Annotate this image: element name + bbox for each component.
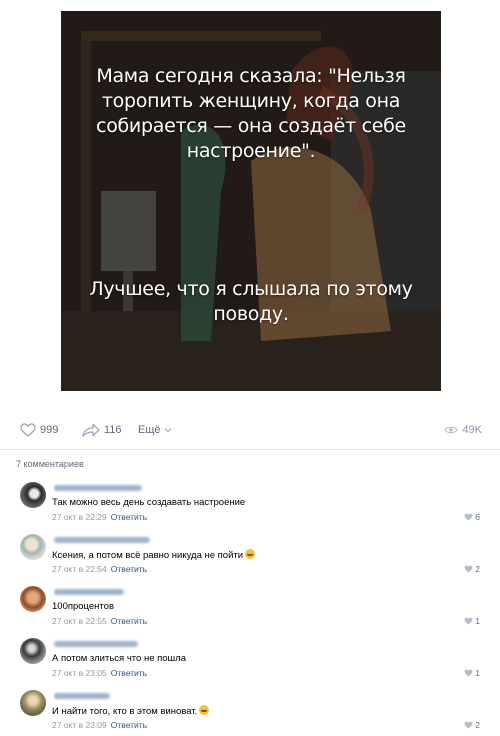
- comment-likes-count: 1: [475, 616, 480, 626]
- comment-item: Ксения, а потом всё равно никуда не пойт…: [20, 534, 486, 586]
- comment-likes-count: 2: [475, 564, 480, 574]
- divider: [0, 449, 500, 450]
- comment-text: И найти того, кто в этом виноват.: [52, 705, 210, 717]
- author-name[interactable]: [54, 693, 110, 699]
- post-action-bar: 999 116 Ещё 49K: [20, 420, 482, 440]
- comment-like-button[interactable]: 2: [464, 720, 480, 730]
- quote-text: Мама сегодня сказала: "Нельзя торопить ж…: [61, 11, 441, 391]
- quote-paragraph-2: Лучшее, что я слышала по этому поводу.: [89, 278, 413, 325]
- author-name[interactable]: [54, 589, 124, 595]
- comment-text-content: И найти того, кто в этом виноват.: [52, 706, 198, 717]
- comment-likes-count: 6: [475, 512, 480, 522]
- reply-link[interactable]: Ответить: [111, 512, 147, 522]
- views-count: 49K: [462, 424, 482, 436]
- comment-time[interactable]: 27 окт в 22:29: [52, 512, 107, 522]
- more-button[interactable]: Ещё: [138, 420, 172, 440]
- heart-icon: [464, 669, 473, 677]
- comment-time[interactable]: 27 окт в 23:05: [52, 668, 107, 678]
- comment-likes-count: 1: [475, 668, 480, 678]
- comment-meta: 27 окт в 23:09 Ответить: [52, 720, 147, 730]
- heart-icon: [464, 617, 473, 625]
- likes-count: 999: [40, 424, 59, 436]
- heart-icon: [20, 423, 36, 437]
- comment-text-content: Ксения, а потом всё равно никуда не пойт…: [52, 550, 244, 561]
- reply-link[interactable]: Ответить: [111, 564, 147, 574]
- author-name[interactable]: [54, 485, 142, 491]
- author-name[interactable]: [54, 537, 150, 543]
- comment-text: 100процентов: [52, 601, 115, 612]
- comment-meta: 27 окт в 22:29 Ответить: [52, 512, 147, 522]
- reply-link[interactable]: Ответить: [111, 668, 147, 678]
- avatar[interactable]: [20, 534, 46, 560]
- comment-item: 100процентов 27 окт в 22:55 Ответить 1: [20, 586, 486, 638]
- comment-meta: 27 окт в 22:55 Ответить: [52, 616, 147, 626]
- quote-paragraph-1: Мама сегодня сказала: "Нельзя торопить ж…: [96, 65, 406, 162]
- laughing-emoji-icon: [199, 705, 210, 715]
- avatar[interactable]: [20, 586, 46, 612]
- avatar[interactable]: [20, 690, 46, 716]
- grinning-emoji-icon: [245, 549, 256, 559]
- comment-likes-count: 2: [475, 720, 480, 730]
- comment-text: А потом злиться что не пошла: [52, 653, 186, 664]
- eye-icon: [444, 426, 459, 434]
- comment-like-button[interactable]: 6: [464, 512, 480, 522]
- reply-link[interactable]: Ответить: [111, 720, 147, 730]
- comment-item: И найти того, кто в этом виноват. 27 окт…: [20, 690, 486, 736]
- avatar[interactable]: [20, 638, 46, 664]
- comment-meta: 27 окт в 22:54 Ответить: [52, 564, 147, 574]
- heart-icon: [464, 513, 473, 521]
- comment-like-button[interactable]: 2: [464, 564, 480, 574]
- chevron-down-icon: [164, 428, 171, 433]
- comment-item: А потом злиться что не пошла 27 окт в 23…: [20, 638, 486, 690]
- comment-text: Так можно весь день создавать настроение: [52, 497, 246, 508]
- comment-text: Ксения, а потом всё равно никуда не пойт…: [52, 549, 256, 561]
- avatar[interactable]: [20, 482, 46, 508]
- views-counter: 49K: [444, 420, 482, 440]
- heart-icon: [464, 721, 473, 729]
- comment-time[interactable]: 27 окт в 23:09: [52, 720, 107, 730]
- comment-item: Так можно весь день создавать настроение…: [20, 482, 486, 534]
- like-button[interactable]: 999: [20, 420, 58, 440]
- comments-count[interactable]: 7 комментариев: [16, 459, 84, 469]
- comment-time[interactable]: 27 окт в 22:54: [52, 564, 107, 574]
- comment-meta: 27 окт в 23:05 Ответить: [52, 668, 147, 678]
- comment-like-button[interactable]: 1: [464, 616, 480, 626]
- reply-link[interactable]: Ответить: [111, 616, 147, 626]
- comment-time[interactable]: 27 окт в 22:55: [52, 616, 107, 626]
- heart-icon: [464, 565, 473, 573]
- share-arrow-icon: [82, 423, 100, 437]
- author-name[interactable]: [54, 641, 138, 647]
- shares-count: 116: [104, 424, 122, 436]
- share-button[interactable]: 116: [82, 420, 122, 440]
- more-label: Ещё: [138, 424, 161, 436]
- comment-like-button[interactable]: 1: [464, 668, 480, 678]
- post-image[interactable]: Мама сегодня сказала: "Нельзя торопить ж…: [61, 11, 441, 391]
